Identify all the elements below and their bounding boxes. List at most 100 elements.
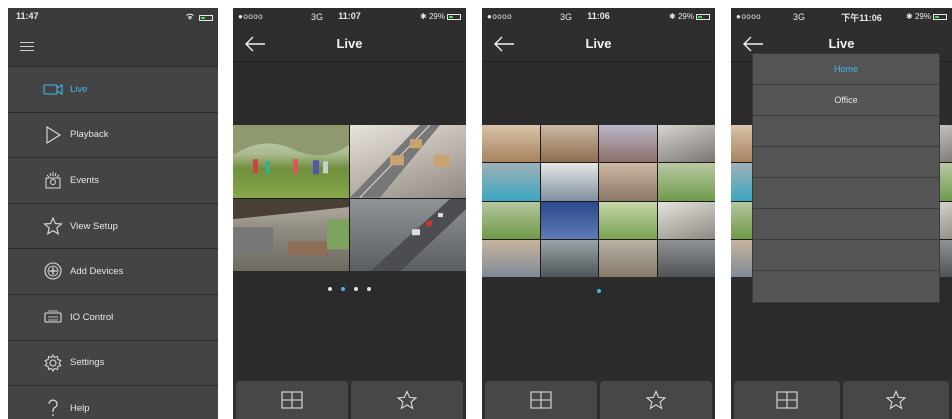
menu-item-playback[interactable]: Playback <box>8 111 218 158</box>
favorite-button[interactable] <box>600 381 712 419</box>
status-battery: ✱ 29% <box>906 12 947 21</box>
help-icon <box>48 399 58 417</box>
camera-tile-1[interactable] <box>233 125 349 198</box>
back-arrow-icon[interactable] <box>741 34 765 54</box>
bottom-toolbar <box>233 381 466 419</box>
menu-label-io-control: IO Control <box>70 311 114 323</box>
camera-tile-3[interactable] <box>599 125 657 163</box>
menu-item-view-setup[interactable]: View Setup <box>8 202 218 249</box>
battery-icon <box>696 13 710 20</box>
menu-label-settings: Settings <box>70 357 105 369</box>
camera-tile-15[interactable] <box>599 239 657 277</box>
page-dot-1[interactable] <box>328 287 332 291</box>
camera-tile-6[interactable] <box>540 163 598 201</box>
hamburger-menu-button[interactable] <box>20 42 34 52</box>
camera-tile-4[interactable] <box>657 125 715 163</box>
page-dot-1[interactable] <box>596 289 601 293</box>
battery-percent: 29% <box>677 12 694 21</box>
live-video-area <box>233 63 466 379</box>
camera-grid-2x2 <box>233 125 466 271</box>
grid-layout-icon <box>776 391 798 409</box>
page-indicator <box>233 287 466 291</box>
back-arrow-icon[interactable] <box>492 34 516 54</box>
menu-item-io-control[interactable]: IO Control <box>8 293 218 340</box>
page-dot-2[interactable] <box>341 287 345 291</box>
page-dot-3[interactable] <box>354 287 358 291</box>
app-screenshots-collage: 11:47 Live Playback Events View Setup Ad… <box>0 0 952 419</box>
page-dot-4[interactable] <box>367 287 371 291</box>
bluetooth-icon: ✱ <box>669 12 678 21</box>
star-icon <box>645 390 667 410</box>
camera-tile-2[interactable] <box>540 125 598 163</box>
menu-item-settings[interactable]: Settings <box>8 339 218 386</box>
layout-button[interactable] <box>236 381 348 419</box>
dropdown-option-home[interactable]: Home <box>753 54 939 85</box>
battery-icon <box>447 13 461 20</box>
star-icon <box>396 390 418 410</box>
page-indicator <box>482 289 715 293</box>
live-video-area <box>482 63 715 379</box>
dropdown-empty-row <box>753 178 939 209</box>
side-menu: Live Playback Events View Setup Add Devi… <box>8 66 218 419</box>
add-device-icon <box>44 262 62 280</box>
favorite-button[interactable] <box>843 381 949 419</box>
camera-tile-12[interactable] <box>657 201 715 239</box>
status-bar: ●oooo 3G 下午11:06 ✱ 29% <box>731 8 952 26</box>
dropdown-empty-row <box>753 209 939 240</box>
live-grid-screen: ●oooo 3G 11:06 ✱ 29% Live <box>482 8 715 419</box>
menu-item-live[interactable]: Live <box>8 66 218 112</box>
battery-percent: 29% <box>914 12 931 21</box>
dropdown-empty-row <box>753 240 939 271</box>
menu-label-playback: Playback <box>70 129 109 141</box>
menu-item-help[interactable]: Help <box>8 385 218 419</box>
camera-tile-16[interactable] <box>657 239 715 277</box>
menu-label-events: Events <box>70 174 100 186</box>
status-signal: ●oooo <box>736 12 762 21</box>
status-bar: ●oooo 3G 11:07 ✱ 29% <box>233 8 466 26</box>
camera-tile-2[interactable] <box>350 125 466 198</box>
camera-tile-7[interactable] <box>599 163 657 201</box>
camera-tile-5[interactable] <box>482 163 540 201</box>
back-arrow-icon[interactable] <box>243 34 267 54</box>
bottom-toolbar <box>482 381 715 419</box>
bluetooth-icon: ✱ <box>420 12 429 21</box>
play-icon <box>46 125 62 144</box>
battery-icon <box>199 14 213 21</box>
camera-tile-11[interactable] <box>599 201 657 239</box>
nav-bar: Live <box>482 26 715 62</box>
dropdown-empty-row <box>753 147 939 178</box>
camera-tile-1[interactable] <box>482 125 540 163</box>
view-dropdown: Home Office <box>752 53 940 303</box>
camera-tile-8[interactable] <box>657 163 715 201</box>
live-quad-screen: ●oooo 3G 11:07 ✱ 29% Live <box>233 8 466 419</box>
menu-label-add-devices: Add Devices <box>70 266 124 278</box>
page-title: Live <box>585 36 612 51</box>
status-wifi-battery <box>185 12 213 22</box>
camera-tile-9[interactable] <box>482 201 540 239</box>
camera-tile-14[interactable] <box>540 239 598 277</box>
menu-item-events[interactable]: Events <box>8 157 218 203</box>
camera-grid-4x4 <box>482 125 715 277</box>
layout-button[interactable] <box>734 381 840 419</box>
camera-tile-4[interactable] <box>350 198 466 271</box>
dropdown-option-office[interactable]: Office <box>753 85 939 116</box>
gear-icon <box>44 353 62 372</box>
menu-label-live: Live <box>70 83 88 95</box>
favorite-button[interactable] <box>351 381 463 419</box>
camera-icon <box>43 84 63 95</box>
menu-label-help: Help <box>70 402 90 414</box>
camera-tile-10[interactable] <box>540 201 598 239</box>
events-icon <box>45 172 61 189</box>
layout-button[interactable] <box>485 381 597 419</box>
menu-item-add-devices[interactable]: Add Devices <box>8 248 218 294</box>
battery-icon <box>933 13 947 20</box>
battery-percent: 29% <box>428 12 445 21</box>
menu-label-view-setup: View Setup <box>70 220 118 232</box>
star-icon <box>43 216 63 235</box>
camera-tile-13[interactable] <box>482 239 540 277</box>
camera-tile-3[interactable] <box>233 198 349 271</box>
grid-layout-icon <box>281 391 303 409</box>
live-dropdown-screen: ●oooo 3G 下午11:06 ✱ 29% Live Home Office <box>731 8 952 419</box>
page-title: Live <box>336 36 363 51</box>
status-bar: 11:47 <box>8 8 218 26</box>
